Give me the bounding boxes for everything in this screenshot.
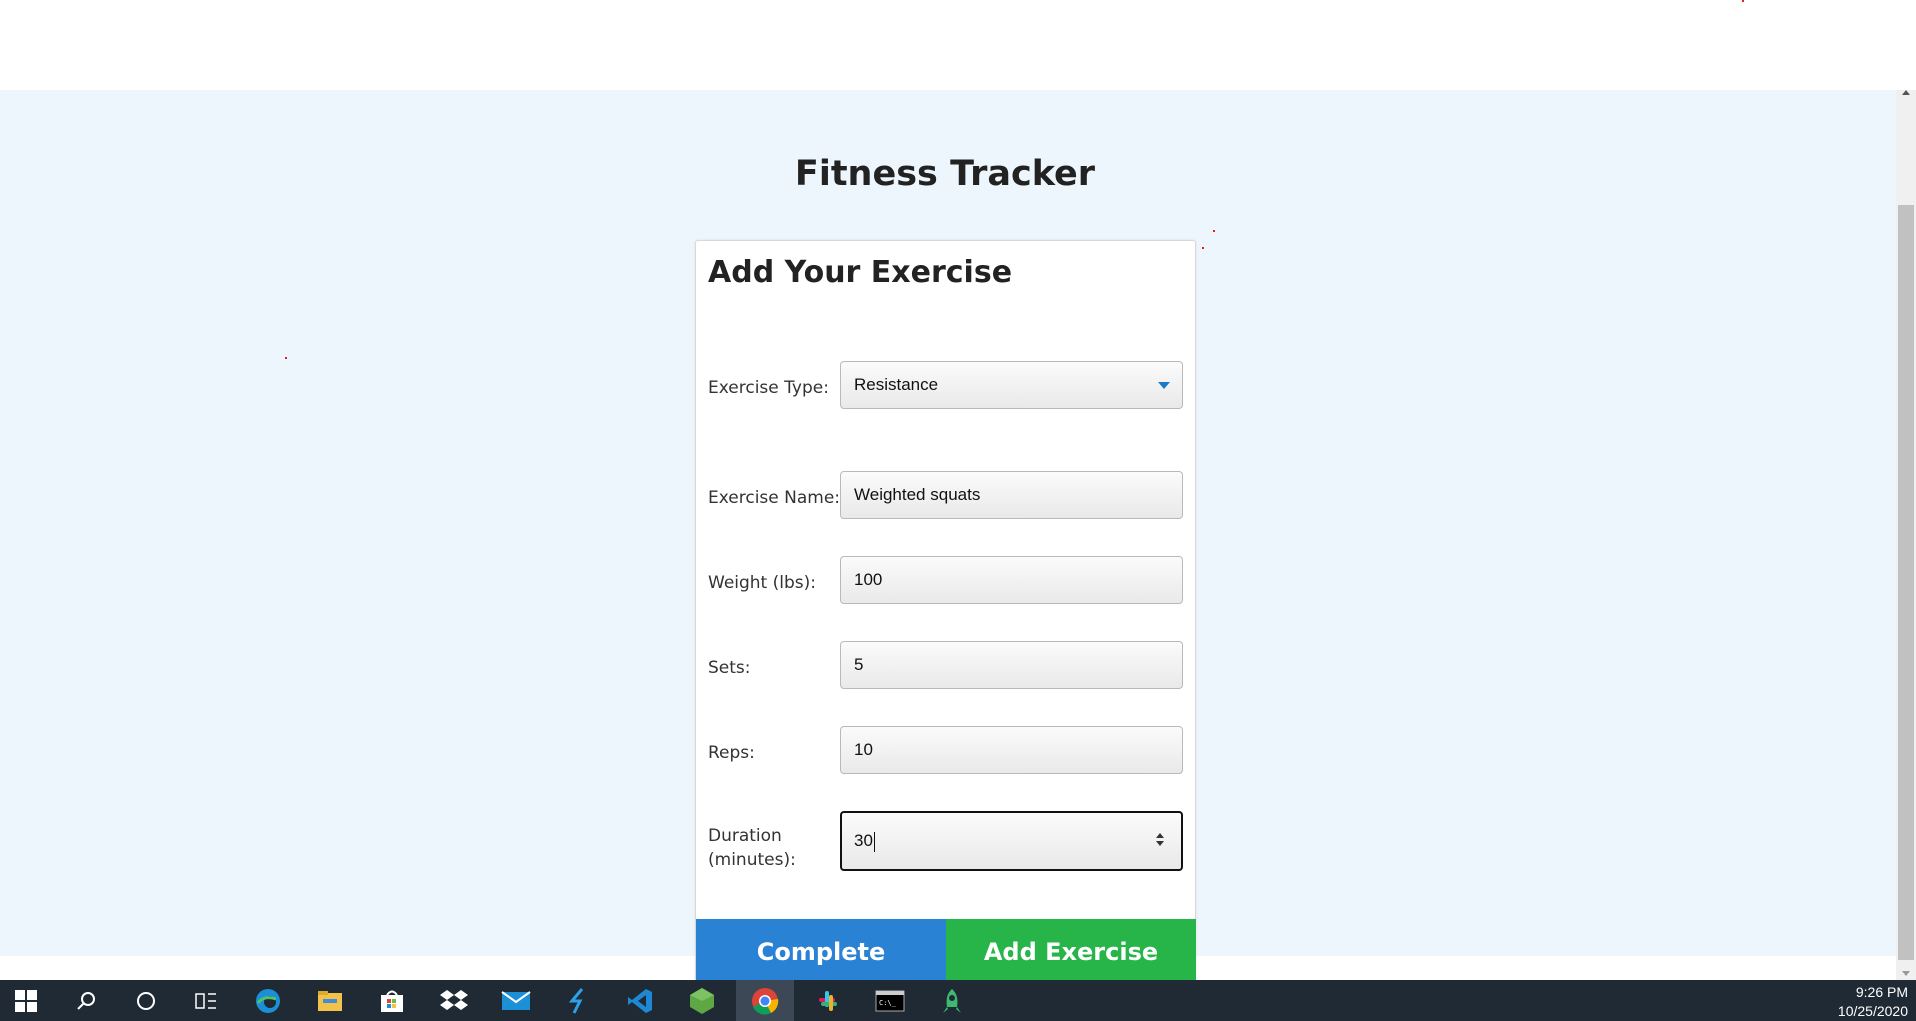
slack-icon[interactable]: [812, 985, 844, 1017]
text-caret: [873, 831, 875, 852]
duration-value: 30: [854, 831, 873, 850]
scroll-down-arrow-icon[interactable]: [1902, 971, 1910, 976]
exercise-form-card: Add Your Exercise Exercise Type: Resista…: [695, 240, 1196, 1021]
mail-icon[interactable]: [500, 985, 532, 1017]
duration-input[interactable]: 30: [840, 811, 1183, 871]
exercise-type-label: Exercise Type:: [708, 378, 829, 398]
scroll-thumb[interactable]: [1898, 205, 1914, 960]
duration-label-line2: (minutes):: [708, 850, 796, 870]
exercise-name-input[interactable]: Weighted squats: [840, 471, 1183, 519]
number-spinner-icon[interactable]: [1155, 833, 1165, 849]
weight-input[interactable]: 100: [840, 556, 1183, 604]
chrome-icon[interactable]: [736, 980, 794, 1021]
taskbar: C:\_ 9:26 PM 10/25/2020: [0, 980, 1916, 1021]
clock-time: 9:26 PM: [1855, 984, 1908, 1000]
reps-value: 10: [854, 740, 873, 759]
red-dot: [1742, 0, 1744, 2]
form-title: Add Your Exercise: [708, 255, 1013, 290]
system-clock[interactable]: 9:26 PM 10/25/2020: [1838, 983, 1908, 1021]
reps-label: Reps:: [708, 743, 755, 763]
red-dot: [285, 357, 287, 359]
reps-input[interactable]: 10: [840, 726, 1183, 774]
exercise-name-value: Weighted squats: [854, 485, 981, 504]
edge-icon[interactable]: [252, 985, 284, 1017]
scroll-up-arrow-icon[interactable]: [1902, 90, 1910, 95]
weight-value: 100: [854, 570, 883, 589]
red-dot: [1202, 247, 1204, 249]
node-icon[interactable]: [686, 985, 718, 1017]
task-view-icon[interactable]: [190, 985, 222, 1017]
file-explorer-icon[interactable]: [314, 985, 346, 1017]
vscode-icon[interactable]: [624, 985, 656, 1017]
vertical-scrollbar[interactable]: [1896, 90, 1916, 980]
dropbox-icon[interactable]: [438, 985, 470, 1017]
exercise-type-value: Resistance: [854, 375, 939, 394]
clock-date: 10/25/2020: [1837, 1003, 1908, 1019]
windows-start-icon[interactable]: [10, 985, 42, 1017]
exercise-name-label: Exercise Name:: [708, 488, 841, 508]
sets-label: Sets:: [708, 658, 751, 678]
rocket-app-icon[interactable]: [936, 985, 968, 1017]
store-icon[interactable]: [376, 985, 408, 1017]
add-exercise-button[interactable]: Add Exercise: [946, 919, 1196, 985]
duration-label: Duration (minutes):: [708, 824, 796, 872]
red-dot: [1213, 230, 1215, 232]
dropdown-arrow-icon: [1158, 382, 1170, 389]
duration-label-line1: Duration: [708, 826, 782, 846]
search-icon[interactable]: [70, 985, 102, 1017]
exercise-type-select[interactable]: Resistance: [840, 361, 1183, 409]
complete-button[interactable]: Complete: [696, 919, 946, 985]
top-bar: [0, 0, 1896, 90]
terminal-icon[interactable]: C:\_: [874, 985, 906, 1017]
sets-input[interactable]: 5: [840, 641, 1183, 689]
page-title: Fitness Tracker: [794, 154, 1096, 194]
sets-value: 5: [854, 655, 864, 674]
cortana-icon[interactable]: [130, 985, 162, 1017]
visual-studio-icon[interactable]: [562, 985, 594, 1017]
page-area: Fitness Tracker Add Your Exercise Exerci…: [0, 90, 1896, 1021]
weight-label: Weight (lbs):: [708, 573, 816, 593]
svg-text:C:\_: C:\_: [879, 999, 897, 1007]
